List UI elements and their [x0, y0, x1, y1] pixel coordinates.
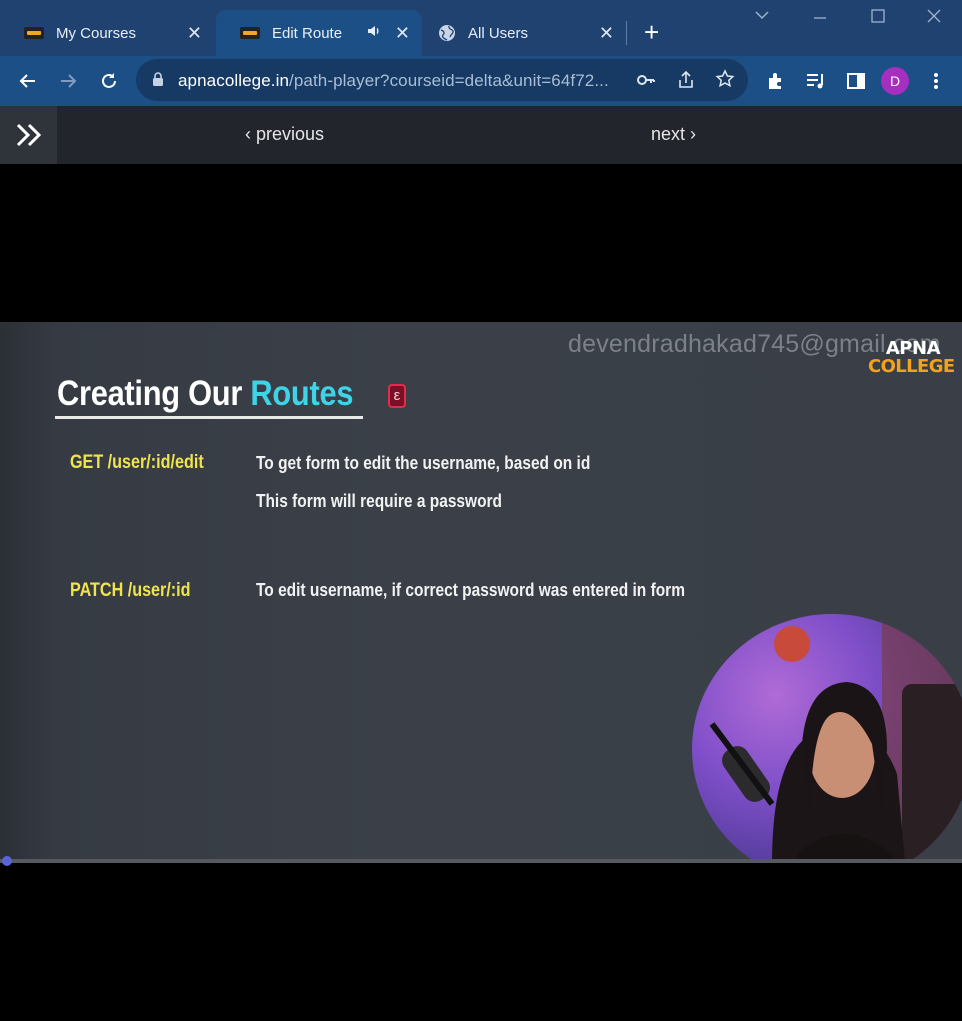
chevron-left-icon: ‹	[245, 124, 256, 144]
chevron-right-icon: ›	[685, 124, 697, 144]
new-tab-button[interactable]: +	[644, 18, 659, 46]
route-description: To get form to edit the username, based …	[256, 453, 591, 473]
tab-label: My Courses	[56, 24, 137, 42]
video-progress-handle[interactable]	[2, 856, 12, 866]
url-text[interactable]: apnacollege.in/path-player?courseid=delt…	[178, 71, 609, 91]
tab-all-users[interactable]: All Users ✕	[424, 10, 626, 56]
tab-label: Edit Route	[272, 24, 343, 42]
apna-college-favicon-icon	[240, 27, 260, 39]
double-chevron-right-icon	[16, 123, 41, 147]
reload-icon[interactable]	[97, 69, 121, 93]
tab-strip: My Courses ✕ Edit Route ✕ All Users ✕ +	[0, 0, 962, 56]
route-method-get: GET /user/:id/edit	[70, 452, 204, 473]
minimize-window-icon[interactable]	[812, 8, 828, 27]
route-method-patch: PATCH /user/:id	[70, 580, 191, 601]
side-panel-icon[interactable]	[844, 69, 868, 93]
title-underline	[55, 416, 363, 419]
globe-icon	[439, 25, 455, 41]
close-window-icon[interactable]	[926, 8, 942, 29]
forward-arrow-icon[interactable]	[56, 69, 80, 93]
lecture-slide: devendradhakad745@gmail.com APNA COLLEGE…	[0, 322, 962, 860]
bookmark-star-icon[interactable]	[715, 69, 735, 94]
key-icon[interactable]	[636, 71, 656, 94]
browser-toolbar: apnacollege.in/path-player?courseid=delt…	[0, 56, 962, 106]
video-progress-bar[interactable]	[0, 859, 962, 863]
back-arrow-icon[interactable]	[16, 69, 40, 93]
lesson-navigation-bar: ‹ previous next ›	[0, 106, 962, 164]
close-tab-icon[interactable]: ✕	[395, 22, 410, 44]
tab-separator	[626, 21, 627, 45]
close-tab-icon[interactable]: ✕	[187, 22, 202, 44]
more-menu-icon[interactable]	[924, 69, 948, 93]
tab-label: All Users	[468, 24, 529, 42]
sidebar-toggle-button[interactable]	[0, 106, 57, 164]
media-control-icon[interactable]	[804, 69, 828, 93]
pointer-cursor-icon: ε	[388, 384, 406, 408]
presenter-webcam	[692, 614, 962, 860]
tab-my-courses[interactable]: My Courses ✕	[0, 10, 214, 56]
previous-lesson-link[interactable]: ‹ previous	[245, 124, 324, 145]
tab-search-chevron-icon[interactable]	[754, 8, 770, 27]
route-description: To edit username, if correct password wa…	[256, 580, 685, 600]
tab-edit-route[interactable]: Edit Route ✕	[216, 10, 422, 56]
share-icon[interactable]	[676, 70, 696, 95]
profile-avatar[interactable]: D	[881, 67, 909, 95]
apna-college-logo: APNA COLLEGE	[868, 338, 955, 377]
route-description: This form will require a password	[256, 491, 503, 511]
extensions-puzzle-icon[interactable]	[764, 69, 788, 93]
speaker-icon[interactable]	[366, 23, 382, 43]
next-lesson-link[interactable]: next ›	[651, 124, 696, 145]
address-bar[interactable]: apnacollege.in/path-player?courseid=delt…	[136, 59, 748, 101]
browser-chrome: My Courses ✕ Edit Route ✕ All Users ✕ +	[0, 0, 962, 106]
slide-title: Creating Our Routes	[57, 374, 354, 413]
maximize-window-icon[interactable]	[870, 8, 886, 29]
apna-college-favicon-icon	[24, 27, 44, 39]
lock-icon[interactable]	[152, 72, 164, 92]
close-tab-icon[interactable]: ✕	[599, 22, 614, 44]
